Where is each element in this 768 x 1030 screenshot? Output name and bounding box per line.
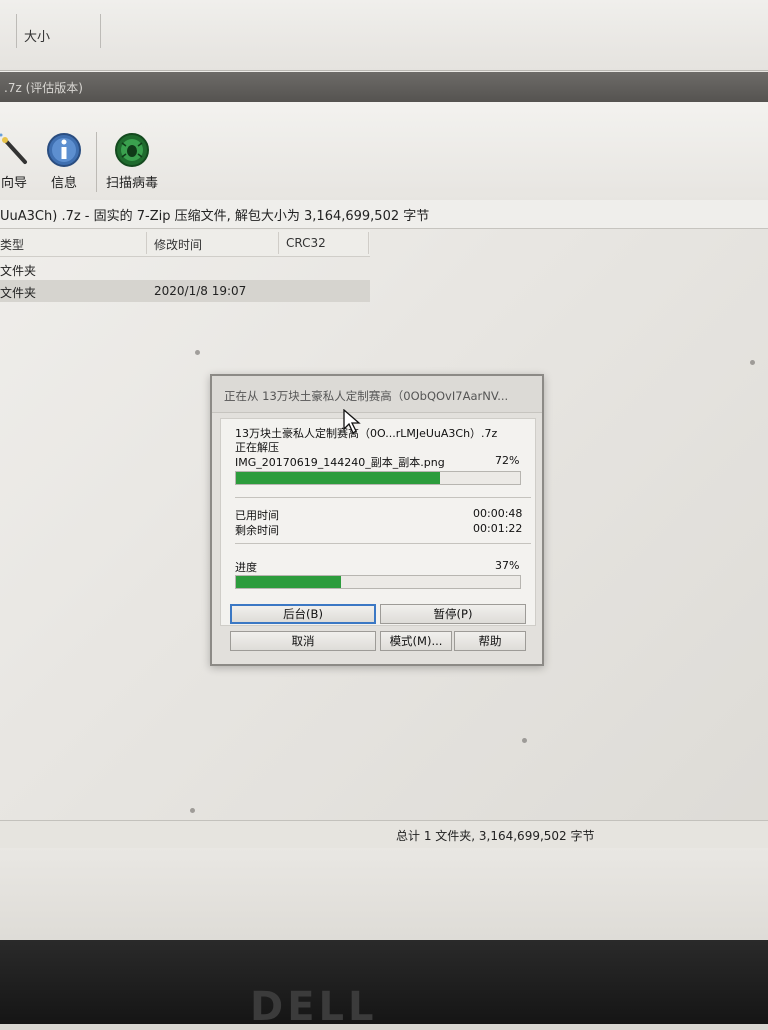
elapsed-time-label: 已用时间 bbox=[235, 509, 279, 522]
screen-dust bbox=[522, 738, 527, 743]
elapsed-time-value: 00:00:48 bbox=[473, 507, 523, 520]
file-progress-bar bbox=[235, 471, 521, 485]
section-divider bbox=[235, 497, 531, 498]
table-row-selected[interactable]: 文件夹 2020/1/8 19:07 bbox=[0, 280, 370, 302]
remaining-time-label: 剩余时间 bbox=[235, 524, 279, 537]
brand-logo: DELL bbox=[250, 984, 378, 1030]
desktop-area bbox=[0, 848, 768, 940]
mouse-cursor-icon bbox=[343, 409, 361, 434]
column-separator[interactable] bbox=[278, 232, 279, 254]
column-separator bbox=[100, 14, 101, 48]
screen-dust bbox=[750, 360, 755, 365]
column-header-type[interactable]: 类型 bbox=[0, 236, 24, 253]
file-progress-fill bbox=[236, 472, 441, 484]
extraction-progress-dialog: 正在从 13万块土豪私人定制赛高（0ObQOvI7AarNV... 13万块土豪… bbox=[210, 374, 544, 666]
overall-progress-label: 进度 bbox=[235, 561, 257, 574]
screen-dust bbox=[190, 808, 195, 813]
column-header-modified[interactable]: 修改时间 bbox=[154, 236, 202, 253]
toolbar-separator bbox=[96, 132, 97, 192]
overall-progress-fill bbox=[236, 576, 342, 588]
window-title: .7z (评估版本) bbox=[4, 81, 83, 95]
monitor-bezel: DELL bbox=[0, 940, 768, 1030]
column-header-crc32[interactable]: CRC32 bbox=[286, 236, 326, 250]
column-separator bbox=[16, 14, 17, 48]
current-action: 正在解压 bbox=[235, 441, 279, 454]
toolbar-label: 扫描病毒 bbox=[105, 176, 158, 191]
background-window-header: 大小 bbox=[0, 0, 768, 71]
toolbar: 向导 信息 扫描病毒 bbox=[0, 102, 768, 201]
section-divider bbox=[235, 543, 531, 544]
cell-type: 文件夹 bbox=[0, 286, 37, 300]
dialog-titlebar[interactable]: 正在从 13万块土豪私人定制赛高（0ObQOvI7AarNV... bbox=[212, 376, 542, 413]
toolbar-wizard-button[interactable]: 向导 bbox=[0, 132, 34, 191]
file-list-header: 类型 修改时间 CRC32 bbox=[0, 230, 370, 257]
toolbar-virus-scan-button[interactable]: 扫描病毒 bbox=[104, 132, 160, 191]
status-bar: 总计 1 文件夹, 3,164,699,502 字节 bbox=[0, 820, 768, 849]
window-titlebar[interactable]: .7z (评估版本) bbox=[0, 72, 768, 102]
toolbar-info-button[interactable]: 信息 bbox=[44, 132, 84, 191]
toolbar-label: 信息 bbox=[50, 176, 77, 191]
column-separator[interactable] bbox=[146, 232, 147, 254]
overall-progress-bar bbox=[235, 575, 521, 589]
table-row[interactable]: 文件夹 bbox=[0, 258, 370, 280]
help-button[interactable]: 帮助 bbox=[454, 631, 526, 651]
virus-scan-icon bbox=[115, 133, 149, 167]
file-progress-percent: 72% bbox=[495, 454, 520, 467]
archive-info-bar: UuA3Ch) .7z - 固实的 7-Zip 压缩文件, 解包大小为 3,16… bbox=[0, 200, 768, 229]
size-column-header[interactable]: 大小 bbox=[24, 26, 50, 45]
archive-info-text: UuA3Ch) .7z - 固实的 7-Zip 压缩文件, 解包大小为 3,16… bbox=[0, 209, 430, 224]
monitor-screen: 大小 .7z (评估版本) 向导 信息 扫描病毒 UuA3Ch) .7z - 固… bbox=[0, 0, 768, 940]
column-separator[interactable] bbox=[368, 232, 369, 254]
cancel-button[interactable]: 取消 bbox=[230, 631, 376, 651]
current-file-name: IMG_20170619_144240_副本_副本.png bbox=[235, 456, 445, 469]
remaining-time-value: 00:01:22 bbox=[473, 522, 523, 535]
info-icon bbox=[47, 133, 81, 167]
overall-progress-percent: 37% bbox=[495, 559, 520, 572]
dialog-title: 正在从 13万块土豪私人定制赛高（0ObQOvI7AarNV... bbox=[224, 389, 509, 403]
background-button[interactable]: 后台(B) bbox=[230, 604, 376, 624]
cell-type: 文件夹 bbox=[0, 264, 37, 278]
cell-modified: 2020/1/8 19:07 bbox=[154, 284, 247, 298]
progress-panel: 13万块土豪私人定制赛高（0O...rLMJeUuA3Ch）.7z 正在解压 I… bbox=[220, 418, 536, 626]
screen-dust bbox=[195, 350, 200, 355]
status-text: 总计 1 文件夹, 3,164,699,502 字节 bbox=[396, 829, 595, 843]
wand-icon bbox=[0, 133, 27, 164]
pause-button[interactable]: 暂停(P) bbox=[380, 604, 526, 624]
toolbar-label: 向导 bbox=[0, 176, 27, 191]
mode-button[interactable]: 模式(M)... bbox=[380, 631, 452, 651]
